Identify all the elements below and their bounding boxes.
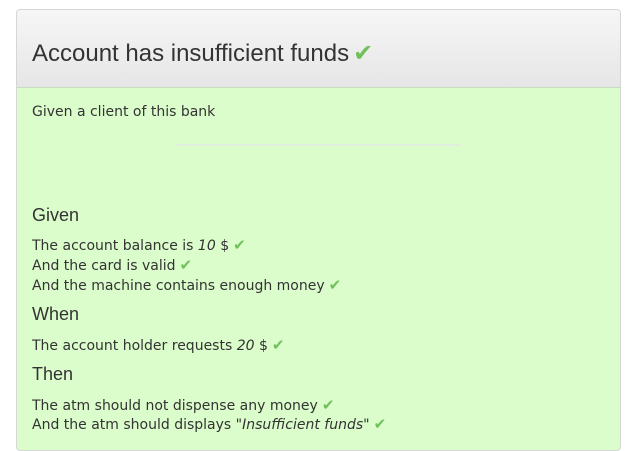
given-keyword: Given (32, 205, 80, 225)
step-holder-requests: The account holder requests 20 $ ✔ (32, 336, 284, 355)
when-keyword: When (32, 304, 80, 324)
step-account-balance: The account balance is 10 $ ✔ (32, 236, 246, 255)
step-value: 10 (197, 238, 216, 254)
divider (175, 144, 461, 146)
scenario-panel: Account has insufficient funds ✔ Given a … (16, 9, 621, 451)
check-icon: ✔ (373, 415, 387, 433)
step-no-dispense: The atm should not dispense any money ✔ (32, 396, 334, 415)
check-icon: ✔ (353, 39, 374, 67)
step-machine-money: And the machine contains enough money ✔ (32, 276, 341, 295)
step-card-valid: And the card is valid ✔ (32, 256, 192, 275)
scenario-description: Given a client of this bank (32, 104, 216, 120)
step-text-suffix: $ (215, 238, 230, 254)
step-value: Insufficient funds (242, 417, 364, 433)
check-icon: ✔ (321, 396, 335, 414)
step-text-suffix: $ (254, 338, 268, 354)
check-icon: ✔ (179, 256, 193, 274)
step-text-suffix: " (363, 417, 370, 433)
scenario-title-row: Account has insufficient funds ✔ (32, 38, 373, 69)
step-text: And the card is valid (32, 258, 176, 274)
step-text: The account holder requests (32, 338, 237, 354)
check-icon: ✔ (233, 236, 246, 254)
step-text: And the atm should displays " (32, 417, 243, 433)
step-text: The atm should not dispense any money (32, 398, 318, 414)
step-value: 20 (236, 338, 255, 354)
scenario-title: Account has insufficient funds (32, 40, 350, 67)
scenario-header[interactable]: Account has insufficient funds ✔ (17, 10, 620, 88)
check-icon: ✔ (328, 276, 342, 294)
step-displays-message: And the atm should displays "Insufficien… (32, 415, 386, 434)
check-icon: ✔ (271, 336, 285, 354)
step-text: And the machine contains enough money (32, 278, 325, 294)
then-keyword: Then (32, 364, 74, 384)
step-text: The account balance is (32, 238, 198, 254)
